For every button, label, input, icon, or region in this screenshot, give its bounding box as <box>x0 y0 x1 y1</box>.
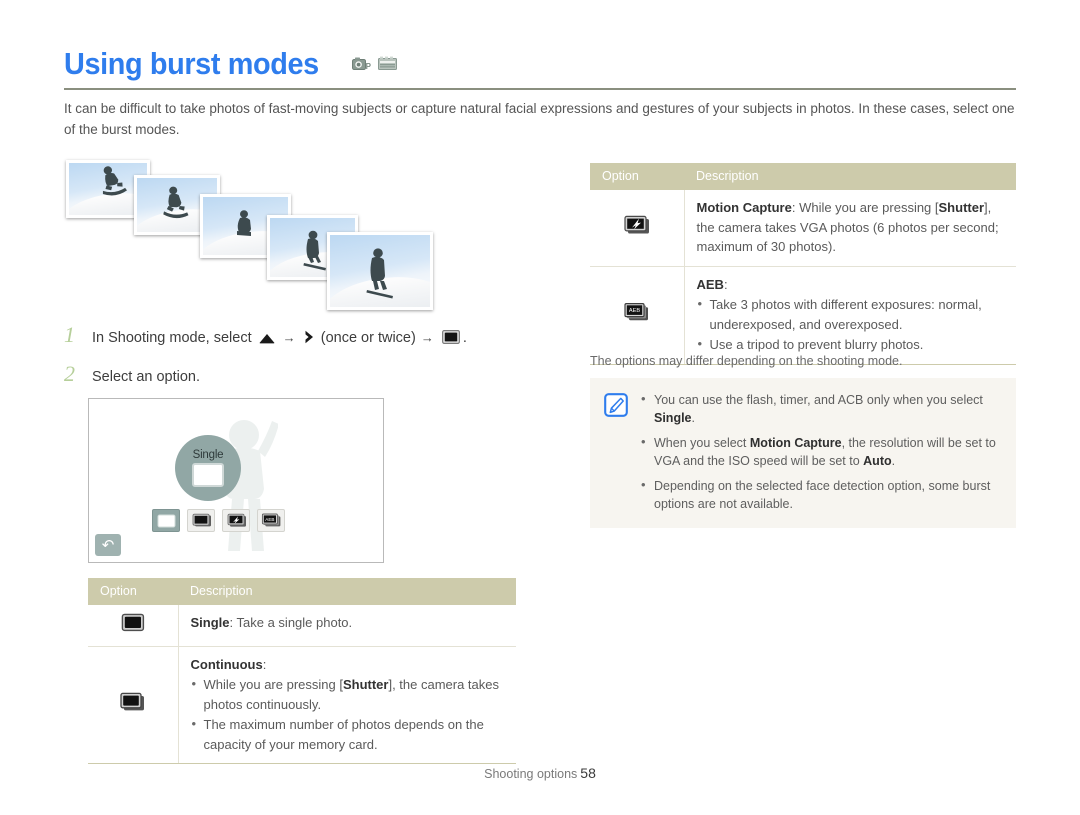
step-1-pre: In Shooting mode, select <box>92 330 252 346</box>
arrow-right-2: → <box>420 330 434 345</box>
step-2: 2 Select an option. <box>64 361 584 387</box>
header-option: Option <box>88 578 178 605</box>
row-title: Single <box>190 615 230 630</box>
motion-capture-icon <box>590 190 685 267</box>
svg-text:AEB: AEB <box>629 308 640 314</box>
tip-box: You can use the flash, timer, and ACB on… <box>590 378 1016 528</box>
footer-page-number: 58 <box>580 765 596 781</box>
table-cell-description: AEB: Take 3 photos with different exposu… <box>684 266 1016 365</box>
table-cell-description: Continuous: While you are pressing [Shut… <box>178 646 516 764</box>
tip-bullet-list: You can use the flash, timer, and ACB on… <box>641 390 1002 513</box>
table-row: AEB AEB: Take 3 photos with different ex… <box>590 266 1016 365</box>
svg-text:AEB: AEB <box>265 517 274 522</box>
lcd-back-button[interactable]: ↶ <box>95 534 121 556</box>
motion-capture-options-table: Option Description Motion Capture: While… <box>590 163 1016 365</box>
single-icon <box>88 605 179 647</box>
page-title: Using burst modes <box>64 46 319 81</box>
row-title-separator: : <box>723 276 728 292</box>
selected-burst-mode-dial[interactable]: Single <box>175 435 241 501</box>
page-footer: Shooting options 58 <box>0 765 1080 781</box>
row-title: Motion Capture <box>696 200 792 215</box>
lcd-option-single[interactable] <box>152 509 180 532</box>
up-triangle-icon <box>259 330 275 350</box>
row-bullet-list: While you are pressing [Shutter], the ca… <box>191 674 507 754</box>
step-text: Select an option. <box>92 369 201 385</box>
row-body: Take a single photo. <box>236 615 353 630</box>
row-title-separator: : <box>229 615 237 630</box>
bullet-item: While you are pressing [Shutter], the ca… <box>191 674 507 714</box>
header-description: Description <box>684 163 1016 190</box>
svg-text:P: P <box>366 62 371 71</box>
row-title: Continuous <box>190 656 263 672</box>
intro-paragraph: It can be difficult to take photos of fa… <box>64 101 1015 137</box>
step-1-mid: (once or twice) <box>320 330 416 346</box>
title-divider <box>64 88 1016 90</box>
footer-section: Shooting options <box>484 767 578 781</box>
row-title-separator: : <box>791 200 800 215</box>
lcd-option-motion-capture[interactable] <box>222 509 250 532</box>
right-chevron-icon <box>304 330 314 350</box>
step-1-post: . <box>462 330 467 346</box>
table-cell-description: Single: Take a single photo. <box>178 605 516 647</box>
table-row: Motion Capture: While you are pressing [… <box>590 190 1016 267</box>
camera-p-mode-icon: P <box>351 56 372 76</box>
burst-sequence-illustration <box>62 158 492 318</box>
step-number: 2 <box>64 361 75 386</box>
row-title-separator: : <box>262 656 267 672</box>
table-right-note: The options may differ depending on the … <box>590 354 903 368</box>
note-pen-icon <box>604 391 630 513</box>
table-cell-description: Motion Capture: While you are pressing [… <box>684 190 1016 267</box>
selected-mode-label: Single <box>192 449 224 461</box>
table-header-row: Option Description <box>590 163 1016 190</box>
row-title: AEB <box>696 276 724 292</box>
header-description: Description <box>178 578 516 605</box>
camera-lcd-screenshot: Single AEB ↶ <box>88 398 384 563</box>
lcd-option-aeb[interactable]: AEB <box>257 509 285 532</box>
step-number: 1 <box>64 322 75 347</box>
continuous-icon <box>88 646 179 764</box>
page-header: Using burst modes P <box>64 48 1016 79</box>
step-1: 1 In Shooting mode, select → (once or tw… <box>64 322 584 350</box>
tip-bullet-3: Depending on the selected face detection… <box>641 476 1002 513</box>
arrow-right-1: → <box>282 330 296 345</box>
scene-mode-icon <box>377 56 397 76</box>
aeb-icon: AEB <box>590 266 685 365</box>
lcd-option-continuous[interactable] <box>187 509 215 532</box>
steps-list: 1 In Shooting mode, select → (once or tw… <box>64 322 584 398</box>
title-mode-icons: P <box>351 56 397 79</box>
single-mode-large-icon <box>192 463 224 487</box>
table-row: Continuous: While you are pressing [Shut… <box>88 646 516 764</box>
bullet-item: The maximum number of photos depends on … <box>191 714 507 754</box>
step-text: In Shooting mode, select → (once or twic… <box>92 328 467 350</box>
table-header-row: Option Description <box>88 578 516 605</box>
burst-mode-icon <box>441 330 460 350</box>
burst-options-table: Option Description Single: Take a single… <box>88 578 516 764</box>
tip-bullet-2: When you select Motion Capture, the reso… <box>641 433 1002 470</box>
row-bullet-list: Take 3 photos with different exposures: … <box>697 294 1007 355</box>
burst-photo-5 <box>327 232 433 310</box>
header-option: Option <box>590 163 684 190</box>
table-row: Single: Take a single photo. <box>88 605 516 647</box>
bullet-item: Take 3 photos with different exposures: … <box>697 294 1007 334</box>
tip-bullet-1: You can use the flash, timer, and ACB on… <box>641 390 1002 427</box>
burst-mode-option-tray: AEB <box>152 509 285 532</box>
